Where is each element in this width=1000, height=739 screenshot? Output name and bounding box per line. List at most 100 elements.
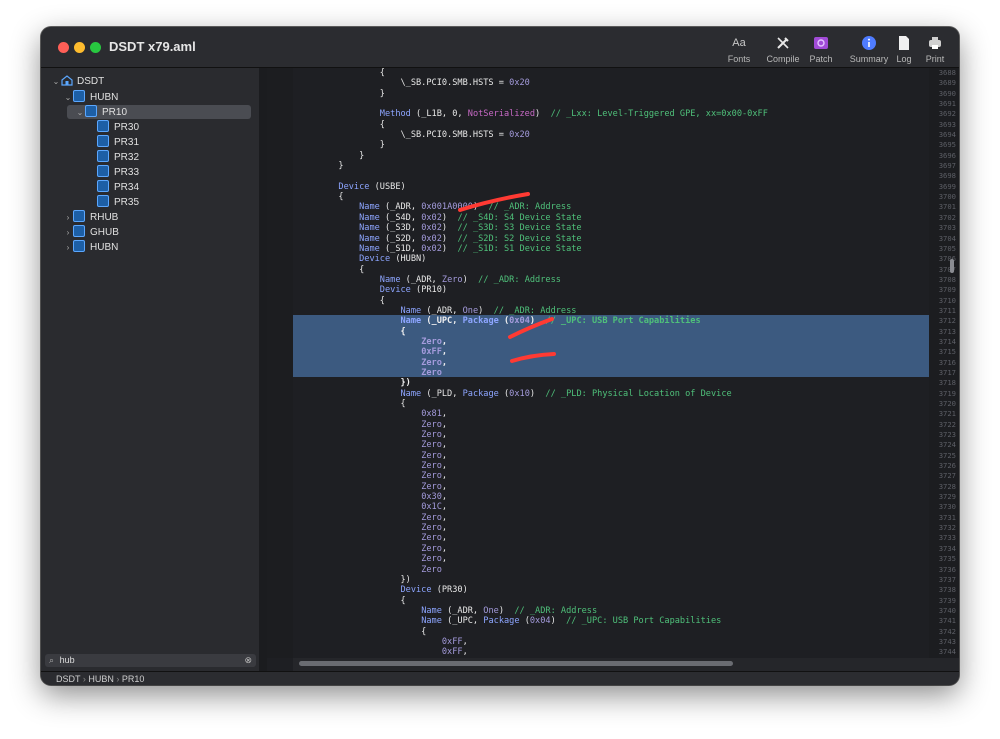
code-line[interactable]: Name (_ADR, 0x001A0000) // _ADR: Address [293, 202, 768, 212]
breadcrumb-item[interactable]: DSDT [56, 674, 80, 684]
code-editor[interactable]: { \_SB.PCI0.SMB.HSTS = 0x20 } Method (_L… [293, 68, 929, 658]
code-line[interactable]: Zero, [293, 337, 768, 347]
patch-button[interactable]: Patch [807, 35, 835, 64]
tree-item-rhub[interactable]: › RHUB [63, 210, 118, 224]
chevron-down-icon[interactable]: ⌄ [51, 75, 61, 89]
tree-item-pr30[interactable]: PR30 [97, 120, 139, 134]
code-line[interactable]: 0xFF, [293, 637, 768, 647]
breadcrumb-item[interactable]: HUBN [88, 674, 114, 684]
code-line[interactable]: Name (_ADR, Zero) // _ADR: Address [293, 275, 768, 285]
folder-icon [73, 240, 85, 252]
chevron-right-icon[interactable]: › [63, 226, 73, 240]
code-line[interactable]: Zero, [293, 544, 768, 554]
zoom-window-button[interactable] [90, 42, 101, 53]
split-divider[interactable] [259, 68, 267, 671]
vertical-scrollbar[interactable] [950, 259, 954, 273]
line-number: 3729 [938, 492, 956, 502]
code-line[interactable]: Device (PR10) [293, 285, 768, 295]
search-input[interactable]: hub [60, 655, 75, 665]
minimize-window-button[interactable] [74, 42, 85, 53]
horizontal-scrollbar[interactable] [293, 658, 959, 671]
code-line[interactable]: Name (_S1D, 0x02) // _S1D: S1 Device Sta… [293, 244, 768, 254]
chevron-down-icon[interactable]: ⌄ [63, 91, 73, 105]
code-text[interactable]: { \_SB.PCI0.SMB.HSTS = 0x20 } Method (_L… [293, 68, 768, 658]
code-line[interactable]: Zero, [293, 358, 768, 368]
code-line[interactable]: Zero, [293, 482, 768, 492]
chevron-down-icon[interactable]: ⌄ [75, 106, 85, 120]
close-window-button[interactable] [58, 42, 69, 53]
code-line[interactable]: { [293, 399, 768, 409]
summary-button[interactable]: Summary [846, 35, 892, 64]
clear-search-icon[interactable]: ⊗ [244, 654, 252, 667]
code-line[interactable]: Device (PR30) [293, 585, 768, 595]
tree-item-pr31[interactable]: PR31 [97, 135, 139, 149]
code-line[interactable]: { [293, 192, 768, 202]
code-line[interactable]: Zero, [293, 533, 768, 543]
code-line[interactable]: }) [293, 378, 768, 388]
code-line[interactable]: Name (_UPC, Package (0x04) // _UPC: USB … [293, 316, 768, 326]
tree-item-dsdt[interactable]: ⌄ DSDT [51, 75, 104, 89]
compile-button[interactable]: Compile [765, 35, 801, 64]
code-line[interactable]: Zero, [293, 461, 768, 471]
code-line[interactable]: Zero [293, 368, 768, 378]
code-line[interactable]: Device (USBE) [293, 182, 768, 192]
code-line[interactable]: } [293, 161, 768, 171]
tree-item-pr34[interactable]: PR34 [97, 180, 139, 194]
chevron-right-icon[interactable]: › [63, 241, 73, 255]
line-number: 3712 [938, 316, 956, 326]
chevron-right-icon[interactable]: › [63, 211, 73, 225]
code-line[interactable]: { [293, 596, 768, 606]
code-line[interactable]: 0x81, [293, 409, 768, 419]
code-line[interactable]: { [293, 120, 768, 130]
tree-item-hubn-2[interactable]: › HUBN [63, 240, 118, 254]
code-line[interactable]: 0x30, [293, 492, 768, 502]
code-line[interactable]: Name (_ADR, One) // _ADR: Address [293, 306, 768, 316]
code-line[interactable]: { [293, 627, 768, 637]
folder-icon [73, 225, 85, 237]
code-line[interactable]: \_SB.PCI0.SMB.HSTS = 0x20 [293, 78, 768, 88]
tree-item-ghub[interactable]: › GHUB [63, 225, 119, 239]
code-line[interactable]: Zero [293, 565, 768, 575]
code-line[interactable]: Zero, [293, 420, 768, 430]
code-line[interactable]: Device (HUBN) [293, 254, 768, 264]
code-line[interactable] [293, 99, 768, 109]
code-line[interactable]: Method (_L1B, 0, NotSerialized) // _Lxx:… [293, 109, 768, 119]
code-line[interactable]: \_SB.PCI0.SMB.HSTS = 0x20 [293, 130, 768, 140]
code-line[interactable]: { [293, 265, 768, 275]
tree-item-pr32[interactable]: PR32 [97, 150, 139, 164]
code-line[interactable]: 0xFF, [293, 347, 768, 357]
code-line[interactable]: Zero, [293, 554, 768, 564]
code-line[interactable]: Zero, [293, 513, 768, 523]
search-field[interactable]: ⌕ hub ⊗ [45, 654, 256, 667]
code-line[interactable]: }) [293, 575, 768, 585]
code-line[interactable]: Zero, [293, 440, 768, 450]
code-line[interactable]: } [293, 89, 768, 99]
fonts-button[interactable]: Aa Fonts [727, 35, 751, 64]
code-line[interactable]: Name (_UPC, Package (0x04) // _UPC: USB … [293, 616, 768, 626]
code-line[interactable]: } [293, 151, 768, 161]
code-line[interactable]: { [293, 296, 768, 306]
print-button[interactable]: Print [923, 35, 947, 64]
code-line[interactable]: Zero, [293, 471, 768, 481]
log-button[interactable]: Log [893, 35, 915, 64]
code-line[interactable]: Name (_S4D, 0x02) // _S4D: S4 Device Sta… [293, 213, 768, 223]
code-line[interactable]: } [293, 140, 768, 150]
code-line[interactable]: Zero, [293, 451, 768, 461]
code-line[interactable]: Zero, [293, 430, 768, 440]
breadcrumb-item[interactable]: PR10 [122, 674, 145, 684]
code-line[interactable]: Name (_S2D, 0x02) // _S2D: S2 Device Sta… [293, 234, 768, 244]
code-line[interactable]: Name (_PLD, Package (0x10) // _PLD: Phys… [293, 389, 768, 399]
code-line[interactable]: { [293, 327, 768, 337]
tree-item-pr33[interactable]: PR33 [97, 165, 139, 179]
code-line[interactable]: 0xFF, [293, 647, 768, 657]
code-line[interactable]: 0x1C, [293, 502, 768, 512]
tree-item-pr35[interactable]: PR35 [97, 195, 139, 209]
code-line[interactable]: { [293, 68, 768, 78]
horizontal-scroll-thumb[interactable] [299, 661, 733, 666]
code-line[interactable]: Name (_ADR, One) // _ADR: Address [293, 606, 768, 616]
tree-item-hubn[interactable]: ⌄ HUBN [63, 90, 118, 104]
code-line[interactable]: Name (_S3D, 0x02) // _S3D: S3 Device Sta… [293, 223, 768, 233]
code-line[interactable]: Zero, [293, 523, 768, 533]
tree-item-pr10[interactable]: ⌄ PR10 [75, 105, 127, 119]
code-line[interactable] [293, 171, 768, 181]
